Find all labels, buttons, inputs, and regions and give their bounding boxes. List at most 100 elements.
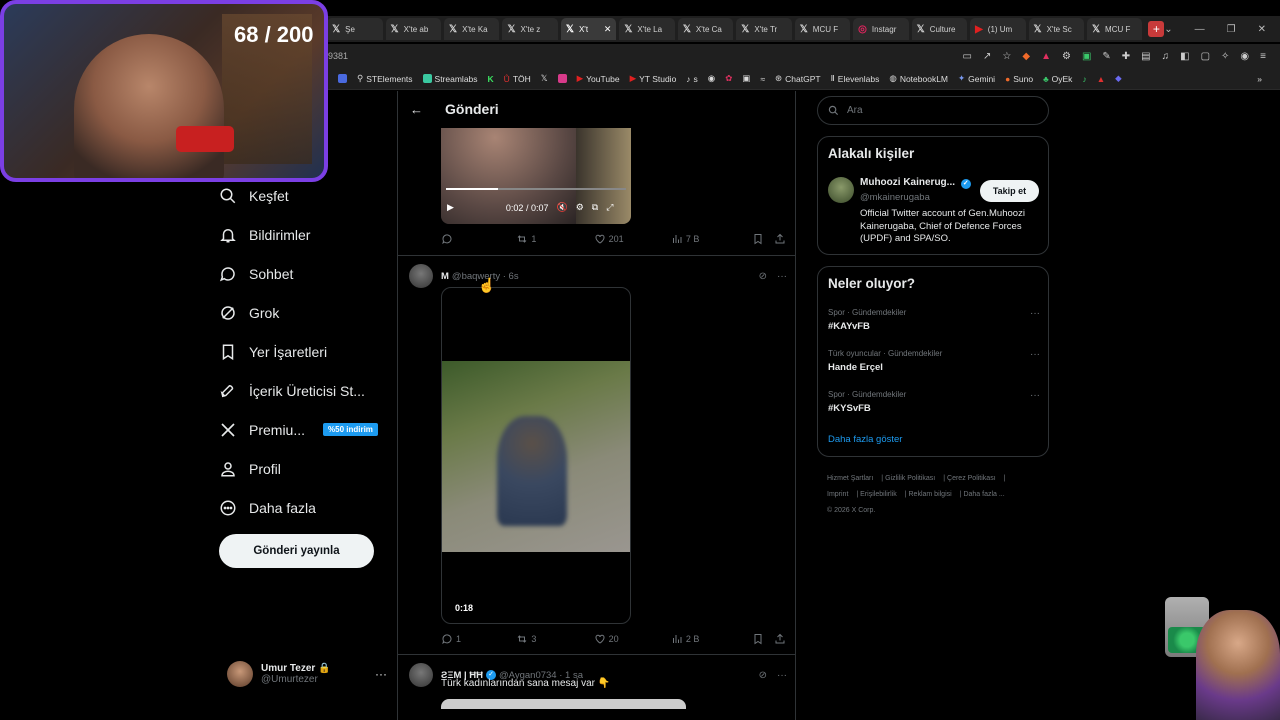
mute-icon[interactable]: 🔇: [556, 202, 567, 213]
extension-icon[interactable]: ✎: [1102, 51, 1110, 62]
settings-icon[interactable]: ⚙: [576, 202, 584, 213]
browser-tab[interactable]: 𝕏 X'te ab: [385, 18, 441, 40]
footer-link[interactable]: Reklam bilgisi: [909, 491, 952, 498]
footer-link[interactable]: Daha fazla ...: [963, 491, 1004, 498]
avatar[interactable]: [409, 264, 433, 288]
browser-tab[interactable]: 𝕏 X'te Tr: [736, 18, 792, 40]
browser-tab-active[interactable]: 𝕏 X't ✕: [560, 18, 617, 40]
bookmark-item[interactable]: ✿: [725, 73, 732, 84]
author-name[interactable]: M: [441, 271, 449, 282]
browser-tab[interactable]: 𝕏 X'te Ca: [677, 18, 734, 40]
footer-link[interactable]: Çerez Politikası: [947, 475, 996, 482]
bookmark-item[interactable]: ◉: [708, 73, 715, 84]
cast-icon[interactable]: ▭: [963, 51, 972, 62]
extension-icon[interactable]: ⚙: [1062, 51, 1071, 62]
nav-item-profile[interactable]: Profil: [219, 449, 389, 488]
brave-rewards-icon[interactable]: ▲: [1041, 51, 1051, 62]
menu-icon[interactable]: ≡: [1260, 51, 1266, 62]
like-button[interactable]: 20: [594, 633, 671, 645]
close-window-icon[interactable]: ✕: [1258, 24, 1266, 35]
like-button[interactable]: 201: [594, 233, 671, 245]
post-button[interactable]: Gönderi yayınla: [219, 534, 374, 568]
bookmark-item[interactable]: ● Suno: [1005, 74, 1033, 84]
leo-icon[interactable]: ✧: [1221, 51, 1229, 62]
more-icon[interactable]: ···: [375, 667, 387, 681]
bookmark-item[interactable]: ▶ YT Studio: [630, 73, 677, 84]
footer-link[interactable]: Erişilebilirlik: [860, 491, 897, 498]
nav-item-premium[interactable]: Premiu... %50 indirim: [219, 410, 389, 449]
follow-button[interactable]: Takip et: [980, 180, 1039, 202]
share-icon[interactable]: ↗: [983, 51, 991, 62]
nav-item-notifications[interactable]: Bildirimler: [219, 215, 389, 254]
bookmark-item[interactable]: ◆: [1115, 73, 1122, 84]
more-icon[interactable]: ···: [777, 271, 787, 282]
play-icon[interactable]: ▶: [447, 202, 454, 213]
repost-button[interactable]: 3: [516, 633, 593, 645]
tab-list-icon[interactable]: ⌄: [1164, 24, 1172, 35]
avatar[interactable]: [409, 663, 433, 687]
reply-button[interactable]: [441, 233, 516, 245]
grok-icon[interactable]: ⊘: [759, 670, 767, 681]
maximize-icon[interactable]: ❐: [1227, 24, 1236, 35]
close-icon[interactable]: ✕: [604, 24, 612, 35]
bookmark-item[interactable]: ⚲ STElements: [357, 73, 413, 84]
nav-item-bookmarks[interactable]: Yer İşaretleri: [219, 332, 389, 371]
browser-tab[interactable]: 𝕏 X'te z: [502, 18, 558, 40]
bookmark-item[interactable]: ≈: [760, 74, 765, 84]
trend-item[interactable]: Türk oyuncular · Gündemdekiler Hande Erç…: [828, 349, 1040, 373]
music-icon[interactable]: ♫: [1162, 51, 1170, 62]
url-text[interactable]: 9381: [328, 51, 348, 61]
browser-tab[interactable]: 𝕏 X'te Ka: [444, 18, 500, 40]
show-more-link[interactable]: Daha fazla göster: [828, 434, 902, 445]
pip-icon[interactable]: ⧉: [592, 202, 598, 213]
bookmark-item[interactable]: Streamlabs: [422, 74, 478, 84]
browser-tab[interactable]: ◎ Instagr: [853, 18, 909, 40]
bookmark-item[interactable]: 𝕏: [541, 73, 548, 84]
bookmark-item[interactable]: ◍ NotebookLM: [889, 73, 948, 84]
related-user-name[interactable]: Muhoozi Kainerug... ✓: [860, 177, 971, 189]
bookmark-item[interactable]: ♪: [1082, 74, 1086, 84]
more-bookmarks-icon[interactable]: »: [1257, 74, 1280, 84]
browser-tab[interactable]: ▶ (1) Um: [970, 18, 1026, 40]
repost-button[interactable]: 1: [516, 233, 593, 245]
more-icon[interactable]: ···: [1030, 308, 1040, 319]
bookmark-item[interactable]: Ů TÖH: [504, 74, 531, 84]
share-button[interactable]: [774, 633, 786, 645]
brave-shield-icon[interactable]: ◆: [1022, 51, 1030, 62]
star-icon[interactable]: ☆: [1002, 51, 1011, 62]
extension-icon[interactable]: ▣: [1082, 51, 1091, 62]
bookmark-item[interactable]: ▶ YouTube: [577, 73, 620, 84]
reply-button[interactable]: 1: [441, 633, 516, 645]
nav-item-explore[interactable]: Keşfet: [219, 176, 389, 215]
profile-icon[interactable]: ◉: [1240, 51, 1249, 62]
more-icon[interactable]: ···: [777, 670, 787, 681]
browser-tab[interactable]: 𝕏 X'te La: [619, 18, 675, 40]
video-player[interactable]: 0:18: [441, 287, 631, 624]
footer-link[interactable]: Imprint: [827, 491, 848, 498]
footer-link[interactable]: Gizlilik Politikası: [885, 475, 935, 482]
minimize-icon[interactable]: —: [1195, 24, 1205, 35]
fullscreen-icon[interactable]: ⤢: [606, 202, 613, 213]
new-tab-button[interactable]: +: [1148, 21, 1165, 37]
search-input[interactable]: Ara: [817, 96, 1049, 125]
browser-tab[interactable]: 𝕏 Culture: [911, 18, 968, 40]
bookmark-button[interactable]: [752, 633, 774, 645]
grok-icon[interactable]: ⊘: [759, 271, 767, 282]
share-button[interactable]: [774, 233, 786, 245]
nav-item-more[interactable]: Daha fazla: [219, 488, 389, 527]
puzzle-icon[interactable]: ✚: [1122, 51, 1130, 62]
views-button[interactable]: 7 B: [671, 233, 752, 245]
avatar[interactable]: [828, 177, 854, 203]
bookmark-item[interactable]: K: [488, 74, 494, 84]
extension-icon[interactable]: ▤: [1141, 51, 1150, 62]
related-user-handle[interactable]: @mkainerugaba: [860, 192, 930, 203]
browser-tab[interactable]: 𝕏 MCU F: [1086, 18, 1143, 40]
browser-tab[interactable]: 𝕏 X'te Sc: [1028, 18, 1084, 40]
nav-item-creator-studio[interactable]: İçerik Üreticisi St...: [219, 371, 389, 410]
browser-tab[interactable]: 𝕏 MCU F: [794, 18, 851, 40]
video-player[interactable]: ▶ 0:02 / 0:07 🔇 ⚙ ⧉ ⤢: [441, 128, 631, 224]
nav-item-chat[interactable]: Sohbet: [219, 254, 389, 293]
footer-link[interactable]: Hizmet Şartları: [827, 475, 873, 482]
wallet-icon[interactable]: ▢: [1201, 51, 1210, 62]
account-switcher[interactable]: Umur Tezer 🔒 @Umurtezer ···: [227, 658, 387, 690]
